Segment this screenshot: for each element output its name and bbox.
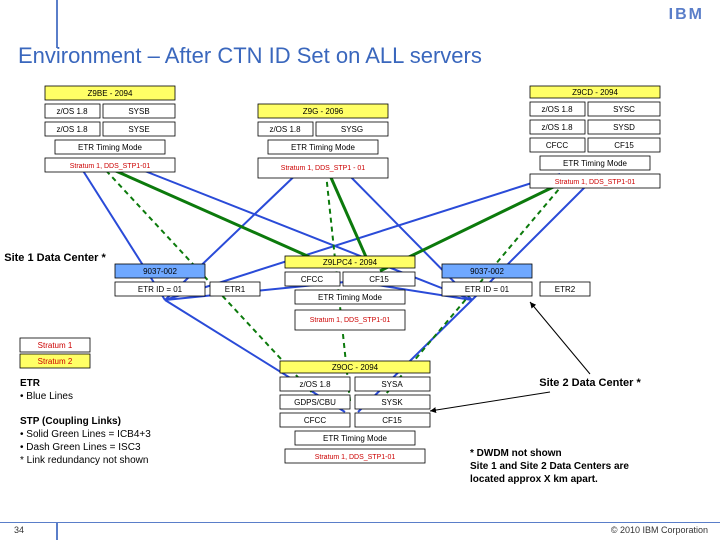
svg-text:• Dash Green Lines = ISC3: • Dash Green Lines = ISC3 xyxy=(20,442,141,453)
z9g-box: Z9G - 2096 z/OS 1.8 SYSG ETR Timing Mode… xyxy=(258,104,388,178)
footer: 34 © 2010 IBM Corporation xyxy=(0,522,720,538)
svg-text:Stratum 1, DDS_STP1 - 01: Stratum 1, DDS_STP1 - 01 xyxy=(281,165,366,172)
svg-text:SYSA: SYSA xyxy=(381,380,403,389)
svg-text:Z9G - 2096: Z9G - 2096 xyxy=(303,107,344,116)
svg-text:Site 1 and Site 2 Data Centers: Site 1 and Site 2 Data Centers are xyxy=(470,461,629,472)
svg-text:ETR: ETR xyxy=(20,378,41,389)
site2-label: Site 2 Data Center * xyxy=(539,377,641,389)
page-number: 34 xyxy=(14,525,24,535)
svg-text:* DWDM not shown: * DWDM not shown xyxy=(470,448,562,459)
svg-text:z/OS 1.8: z/OS 1.8 xyxy=(56,107,88,116)
svg-text:SYSB: SYSB xyxy=(128,107,149,116)
svg-text:ETR Timing Mode: ETR Timing Mode xyxy=(78,143,143,152)
svg-text:CF15: CF15 xyxy=(369,275,389,284)
svg-text:9037-002: 9037-002 xyxy=(143,267,177,276)
svg-text:SYSE: SYSE xyxy=(128,125,149,134)
topology-diagram: Z9BE - 2094 z/OS 1.8 SYSB z/OS 1.8 SYSE … xyxy=(0,66,720,516)
legend-text: ETR • Blue Lines STP (Coupling Links) • … xyxy=(20,378,151,466)
svg-text:z/OS 1.8: z/OS 1.8 xyxy=(299,380,331,389)
9037-right: 9037-002 ETR ID = 01 ETR2 xyxy=(442,264,590,296)
svg-text:Stratum 1, DDS_STP1-01: Stratum 1, DDS_STP1-01 xyxy=(70,163,151,170)
9037-left: 9037-002 ETR ID = 01 ETR1 xyxy=(115,264,260,296)
z9oc-box: Z9OC - 2094 z/OS 1.8 SYSA GDPS/CBU SYSK … xyxy=(280,361,430,463)
svg-text:ETR Timing Mode: ETR Timing Mode xyxy=(291,143,356,152)
svg-text:ETR Timing Mode: ETR Timing Mode xyxy=(563,159,628,168)
svg-text:SYSG: SYSG xyxy=(341,125,363,134)
svg-text:CFCC: CFCC xyxy=(546,141,568,150)
svg-text:z/OS 1.8: z/OS 1.8 xyxy=(269,125,301,134)
copyright: © 2010 IBM Corporation xyxy=(611,525,708,535)
svg-text:ETR Timing Mode: ETR Timing Mode xyxy=(323,434,388,443)
svg-text:Z9OC - 2094: Z9OC - 2094 xyxy=(332,363,379,372)
svg-text:ETR Timing Mode: ETR Timing Mode xyxy=(318,293,383,302)
svg-text:z/OS 1.8: z/OS 1.8 xyxy=(541,105,573,114)
svg-text:ETR ID = 01: ETR ID = 01 xyxy=(465,285,510,294)
svg-text:CF15: CF15 xyxy=(614,141,634,150)
svg-text:* Link redundancy not shown: * Link redundancy not shown xyxy=(20,455,148,466)
svg-text:ETR1: ETR1 xyxy=(225,285,246,294)
svg-text:Stratum 1, DDS_STP1-01: Stratum 1, DDS_STP1-01 xyxy=(310,317,391,324)
svg-text:Z9CD - 2094: Z9CD - 2094 xyxy=(572,88,618,97)
z9be-box: Z9BE - 2094 z/OS 1.8 SYSB z/OS 1.8 SYSE … xyxy=(45,86,175,172)
svg-text:CFCC: CFCC xyxy=(301,275,323,284)
legend: Stratum 1 Stratum 2 xyxy=(20,338,90,368)
svg-text:SYSD: SYSD xyxy=(613,123,635,132)
svg-text:Stratum 2: Stratum 2 xyxy=(38,357,73,366)
svg-text:CFCC: CFCC xyxy=(304,416,326,425)
svg-text:Stratum 1, DDS_STP1-01: Stratum 1, DDS_STP1-01 xyxy=(555,179,636,186)
svg-text:Stratum 1: Stratum 1 xyxy=(38,341,73,350)
svg-text:ETR2: ETR2 xyxy=(555,285,576,294)
svg-text:STP (Coupling Links): STP (Coupling Links) xyxy=(20,416,121,427)
svg-text:Z9BE - 2094: Z9BE - 2094 xyxy=(88,89,133,98)
site1-label: Site 1 Data Center * xyxy=(4,252,106,264)
svg-text:9037-002: 9037-002 xyxy=(470,267,504,276)
svg-text:CF15: CF15 xyxy=(382,416,402,425)
svg-text:SYSK: SYSK xyxy=(381,398,403,407)
ibm-logo: IBM xyxy=(669,6,704,24)
note-text: * DWDM not shown Site 1 and Site 2 Data … xyxy=(470,448,629,485)
svg-text:z/OS 1.8: z/OS 1.8 xyxy=(56,125,88,134)
svg-text:ETR ID = 01: ETR ID = 01 xyxy=(138,285,183,294)
z9cd-box: Z9CD - 2094 z/OS 1.8 SYSC z/OS 1.8 SYSD … xyxy=(530,86,660,188)
z9lpc4-box: Z9LPC4 - 2094 CFCC CF15 ETR Timing Mode … xyxy=(285,256,415,330)
svg-text:located approx X km apart.: located approx X km apart. xyxy=(470,474,598,485)
svg-text:SYSC: SYSC xyxy=(613,105,635,114)
svg-text:• Solid Green Lines = ICB4+3: • Solid Green Lines = ICB4+3 xyxy=(20,429,151,440)
svg-text:Z9LPC4 - 2094: Z9LPC4 - 2094 xyxy=(323,258,378,267)
svg-text:z/OS 1.8: z/OS 1.8 xyxy=(541,123,573,132)
svg-text:GDPS/CBU: GDPS/CBU xyxy=(294,398,336,407)
svg-text:Stratum 1, DDS_STP1-01: Stratum 1, DDS_STP1-01 xyxy=(315,454,396,461)
svg-text:• Blue Lines: • Blue Lines xyxy=(20,391,73,402)
